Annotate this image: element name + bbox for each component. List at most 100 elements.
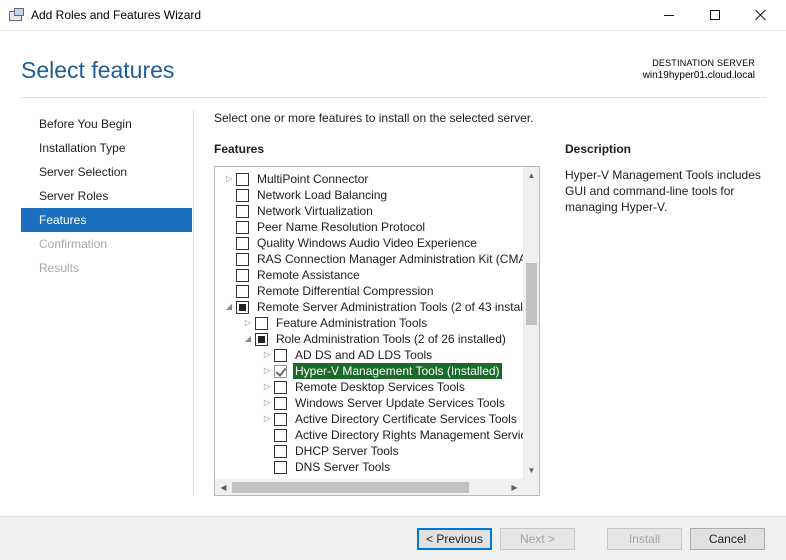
feature-row[interactable]: RAS Connection Manager Administration Ki… bbox=[215, 251, 523, 267]
vertical-scroll-thumb[interactable] bbox=[526, 263, 537, 325]
feature-label: Network Load Balancing bbox=[257, 188, 388, 202]
feature-label: RAS Connection Manager Administration Ki… bbox=[257, 252, 523, 266]
expand-chevron-icon[interactable]: ▷ bbox=[224, 171, 234, 187]
previous-button[interactable]: < Previous bbox=[417, 528, 492, 550]
install-button: Install bbox=[607, 528, 682, 550]
feature-label: Remote Server Administration Tools (2 of… bbox=[257, 300, 523, 314]
feature-row[interactable]: ▷ Feature Administration Tools bbox=[215, 315, 523, 331]
feature-row[interactable]: Network Virtualization bbox=[215, 203, 523, 219]
feature-checkbox[interactable] bbox=[255, 333, 268, 346]
feature-row[interactable]: Remote Differential Compression bbox=[215, 283, 523, 299]
feature-checkbox[interactable] bbox=[274, 349, 287, 362]
feature-row[interactable]: ▷ Remote Desktop Services Tools bbox=[215, 379, 523, 395]
feature-checkbox[interactable] bbox=[236, 301, 249, 314]
feature-row[interactable]: Peer Name Resolution Protocol bbox=[215, 219, 523, 235]
feature-checkbox[interactable] bbox=[236, 253, 249, 266]
minimize-icon bbox=[664, 15, 674, 16]
feature-label: Role Administration Tools (2 of 26 insta… bbox=[276, 332, 506, 346]
vertical-scrollbar[interactable]: ▲ ▼ bbox=[523, 167, 539, 479]
expand-chevron-icon[interactable]: ▷ bbox=[262, 395, 272, 411]
feature-row[interactable]: Quality Windows Audio Video Experience bbox=[215, 235, 523, 251]
feature-row[interactable]: ▷ Hyper-V Management Tools (Installed) bbox=[215, 363, 523, 379]
feature-row[interactable]: Remote Assistance bbox=[215, 267, 523, 283]
nav-item-installation-type[interactable]: Installation Type bbox=[21, 136, 192, 160]
feature-checkbox[interactable] bbox=[236, 189, 249, 202]
features-tree[interactable]: ▷ MultiPoint Connector Network Load Balanc… bbox=[214, 166, 540, 496]
feature-row[interactable]: Network Load Balancing bbox=[215, 187, 523, 203]
maximize-button[interactable] bbox=[692, 0, 738, 31]
nav-divider bbox=[193, 110, 194, 496]
feature-label: Active Directory Certificate Services To… bbox=[295, 412, 517, 426]
cancel-button[interactable]: Cancel bbox=[690, 528, 765, 550]
horizontal-scrollbar[interactable]: ◀ ▶ bbox=[215, 479, 523, 495]
feature-checkbox[interactable] bbox=[274, 429, 287, 442]
scroll-down-icon[interactable]: ▼ bbox=[523, 462, 539, 479]
expand-chevron-icon[interactable]: ▷ bbox=[262, 363, 272, 379]
feature-row[interactable]: ▷ Windows Server Update Services Tools bbox=[215, 395, 523, 411]
expand-chevron-icon[interactable]: ▷ bbox=[243, 315, 253, 331]
nav-item-server-selection[interactable]: Server Selection bbox=[21, 160, 192, 184]
feature-checkbox[interactable] bbox=[236, 205, 249, 218]
feature-row[interactable]: ▷ AD DS and AD LDS Tools bbox=[215, 347, 523, 363]
nav-item-before-you-begin[interactable]: Before You Begin bbox=[21, 112, 192, 136]
feature-checkbox[interactable] bbox=[274, 461, 287, 474]
feature-checkbox[interactable] bbox=[274, 445, 287, 458]
window-title: Add Roles and Features Wizard bbox=[31, 8, 202, 22]
wizard-nav: Before You Begin Installation Type Serve… bbox=[21, 112, 192, 280]
close-button[interactable] bbox=[738, 0, 784, 31]
feature-label: Remote Assistance bbox=[257, 268, 360, 282]
nav-item-features[interactable]: Features bbox=[21, 208, 192, 232]
feature-row[interactable]: DHCP Server Tools bbox=[215, 443, 523, 459]
page-title: Select features bbox=[21, 57, 175, 83]
feature-label: Peer Name Resolution Protocol bbox=[257, 220, 426, 234]
close-icon bbox=[755, 9, 767, 21]
features-heading: Features bbox=[214, 142, 265, 156]
feature-row[interactable]: ▷ MultiPoint Connector bbox=[215, 171, 523, 187]
collapse-chevron-icon[interactable]: ◢ bbox=[243, 331, 253, 347]
collapse-chevron-icon[interactable]: ◢ bbox=[224, 299, 234, 315]
feature-row[interactable]: ◢ Role Administration Tools (2 of 26 inst… bbox=[215, 331, 523, 347]
nav-item-results: Results bbox=[39, 261, 80, 275]
destination-server-label: DESTINATION SERVER bbox=[652, 58, 755, 68]
feature-row[interactable]: ▷ Active Directory Certificate Services T… bbox=[215, 411, 523, 427]
feature-checkbox[interactable] bbox=[274, 365, 287, 378]
scroll-left-icon[interactable]: ◀ bbox=[215, 479, 232, 495]
expand-chevron-icon[interactable]: ▷ bbox=[262, 347, 272, 363]
minimize-button[interactable] bbox=[646, 0, 692, 31]
feature-row[interactable]: Active Directory Rights Management Servi… bbox=[215, 427, 523, 443]
feature-checkbox[interactable] bbox=[255, 317, 268, 330]
maximize-icon bbox=[710, 10, 720, 20]
feature-checkbox[interactable] bbox=[274, 381, 287, 394]
expand-chevron-icon[interactable]: ▷ bbox=[262, 379, 272, 395]
feature-label: Remote Desktop Services Tools bbox=[295, 380, 465, 394]
feature-label: Remote Differential Compression bbox=[257, 284, 434, 298]
horizontal-scroll-thumb[interactable] bbox=[232, 482, 469, 493]
nav-item-confirmation: Confirmation bbox=[39, 237, 108, 251]
feature-label: Feature Administration Tools bbox=[276, 316, 428, 330]
feature-checkbox[interactable] bbox=[236, 285, 249, 298]
feature-checkbox[interactable] bbox=[274, 413, 287, 426]
feature-checkbox[interactable] bbox=[236, 269, 249, 282]
feature-row[interactable]: ◢ Remote Server Administration Tools (2 o… bbox=[215, 299, 523, 315]
feature-label: Windows Server Update Services Tools bbox=[295, 396, 505, 410]
expand-chevron-icon[interactable]: ▷ bbox=[262, 411, 272, 427]
features-tree-list: ▷ MultiPoint Connector Network Load Balanc… bbox=[215, 171, 523, 477]
feature-checkbox[interactable] bbox=[236, 237, 249, 250]
destination-server-value: win19hyper01.cloud.local bbox=[642, 70, 755, 81]
scroll-right-icon[interactable]: ▶ bbox=[506, 479, 523, 495]
feature-checkbox[interactable] bbox=[236, 173, 249, 186]
scroll-up-icon[interactable]: ▲ bbox=[523, 167, 539, 184]
server-manager-icon bbox=[9, 8, 25, 22]
feature-checkbox[interactable] bbox=[274, 397, 287, 410]
feature-checkbox[interactable] bbox=[236, 221, 249, 234]
feature-row[interactable]: DNS Server Tools bbox=[215, 459, 523, 475]
nav-item-server-roles[interactable]: Server Roles bbox=[21, 184, 192, 208]
feature-label: MultiPoint Connector bbox=[257, 172, 369, 186]
feature-label: Network Virtualization bbox=[257, 204, 373, 218]
